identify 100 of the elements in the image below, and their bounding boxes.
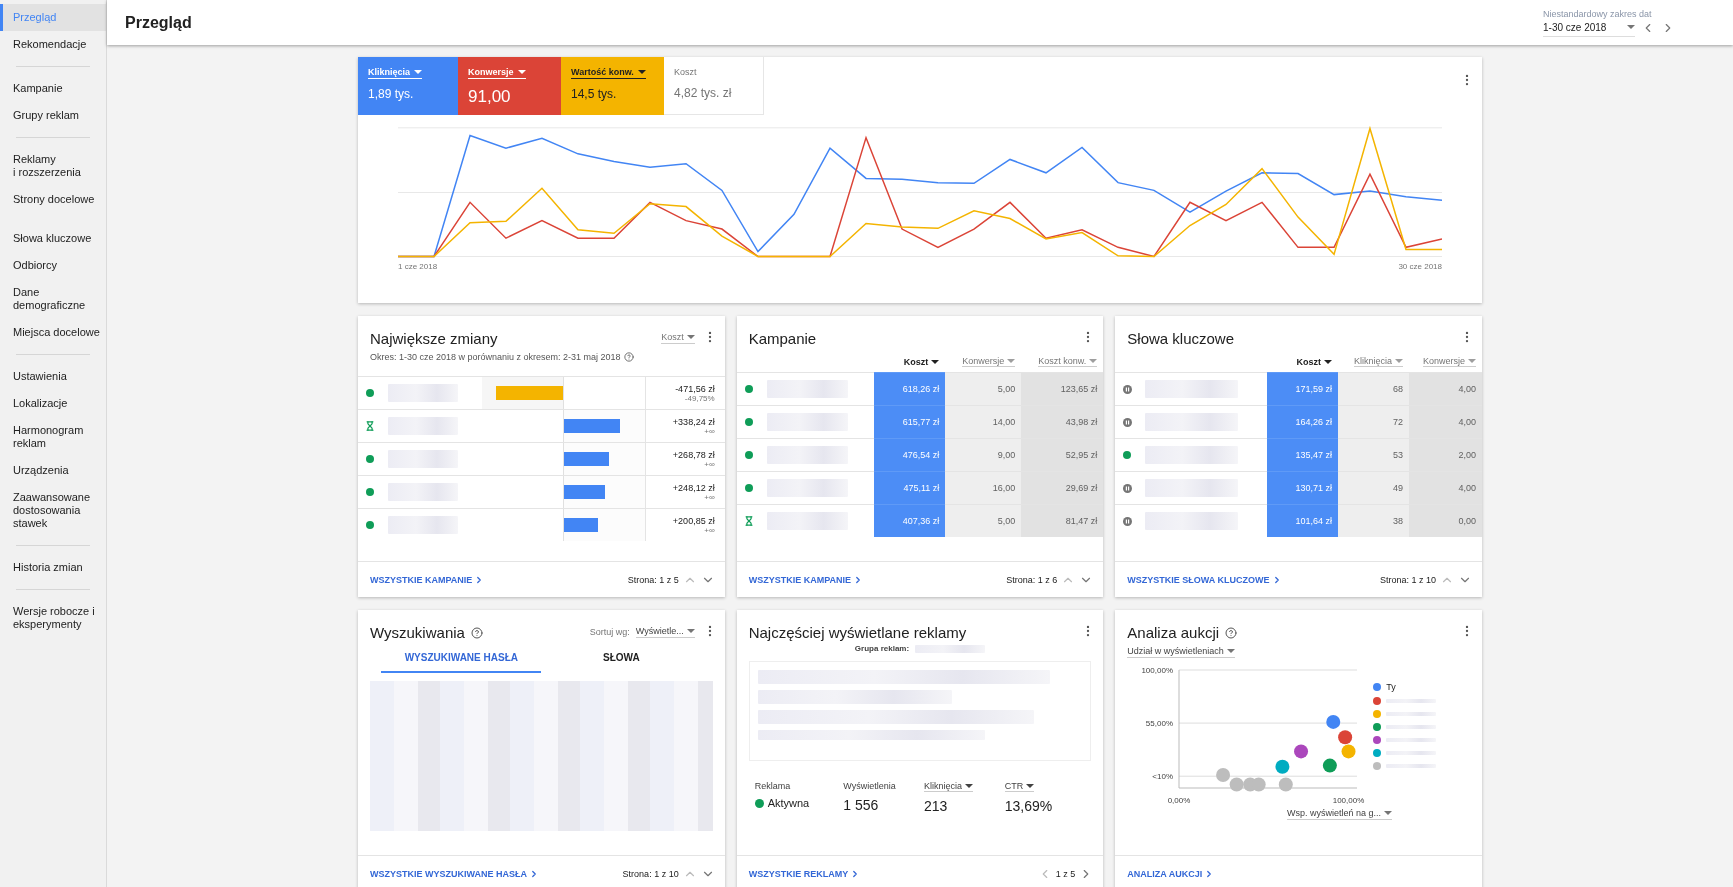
sidebar-item[interactable]: Grupy reklam xyxy=(0,102,106,129)
sidebar-item[interactable]: Odbiorcy xyxy=(0,252,106,279)
help-icon[interactable] xyxy=(623,352,634,362)
axis-tick-label: 100,00% xyxy=(1333,796,1365,805)
caret-icon xyxy=(1384,811,1392,815)
sidebar-item[interactable]: Historia zmian xyxy=(0,554,106,581)
table-cell: 38 xyxy=(1338,504,1409,537)
table-cell: 9,00 xyxy=(945,438,1022,471)
sidebar-item[interactable]: Kampanie xyxy=(0,75,106,102)
caret-icon xyxy=(686,335,695,339)
table-cell: 68 xyxy=(1338,372,1409,405)
table-cell: 5,00 xyxy=(945,504,1022,537)
caret-icon xyxy=(1627,25,1635,29)
caret-icon xyxy=(931,360,940,364)
axis-tick-label: 55,00% xyxy=(1146,719,1174,729)
caret-icon xyxy=(1468,359,1476,363)
caret-icon xyxy=(517,70,526,74)
x-metric-dropdown[interactable]: Wsp. wyświetleń na g... xyxy=(1286,808,1392,820)
blurred-name-placeholder xyxy=(388,417,459,435)
table-cell: 123,65 zł xyxy=(1021,372,1104,405)
sidebar-item[interactable]: Słowa kluczowe xyxy=(0,225,106,252)
stat-value: 213 xyxy=(924,798,949,814)
view-all-link[interactable]: WSZYSTKIE SŁOWA KLUCZOWE xyxy=(1127,574,1282,585)
sidebar-item[interactable]: Lokalizacje xyxy=(0,390,106,417)
stat-label[interactable]: CTR xyxy=(1004,781,1035,792)
table-cell: 2,00 xyxy=(1409,438,1482,471)
caret-icon xyxy=(637,70,646,74)
tab[interactable]: SŁOWA xyxy=(541,642,702,673)
column-header[interactable]: Konwersje xyxy=(1409,356,1482,372)
view-all-link[interactable]: ANALIZA AUKCJI xyxy=(1127,868,1215,879)
page-indicator: Strona: 1 z 10 xyxy=(622,868,679,879)
table-cell: 135,47 zł xyxy=(1267,438,1338,471)
sidebar-item[interactable]: Dane demograficzne xyxy=(0,279,106,319)
sidebar-item[interactable]: Zaawansowane dostosowania stawek xyxy=(0,484,106,537)
table-cell: 130,71 zł xyxy=(1267,471,1338,504)
page-indicator: Strona: 1 z 10 xyxy=(1379,574,1436,585)
table-cell: 101,64 zł xyxy=(1267,504,1338,537)
change-percent: +∞ xyxy=(704,426,715,436)
card-title: Kampanie xyxy=(748,330,817,347)
card-title: Wyszukiwania xyxy=(370,624,465,641)
table-cell: 4,00 xyxy=(1409,372,1482,405)
view-all-link[interactable]: WSZYSTKIE REKLAMY xyxy=(748,868,861,879)
table-cell: 0,00 xyxy=(1409,504,1482,537)
legend-label: Ty xyxy=(1386,682,1396,692)
metric-tab[interactable]: Konwersje 91,00 xyxy=(458,57,561,115)
sidebar-item[interactable]: Wersje robocze i eksperymenty xyxy=(0,598,106,638)
sidebar-item[interactable]: Ustawienia xyxy=(0,363,106,390)
axis-tick-label: <10% xyxy=(1152,772,1174,782)
axis-label: 1 cze 2018 xyxy=(398,262,438,271)
table-cell: 49 xyxy=(1338,471,1409,504)
axis-tick-label: 0,00% xyxy=(1168,796,1191,805)
table-cell: 14,00 xyxy=(945,405,1022,438)
sidebar-item[interactable]: Miejsca docelowe xyxy=(0,319,106,346)
sidebar-item[interactable]: Strony docelowe xyxy=(0,186,106,213)
sidebar-item[interactable]: Urządzenia xyxy=(0,457,106,484)
table-cell: 16,00 xyxy=(945,471,1022,504)
date-range-label: Niestandardowy zakres dat xyxy=(1543,8,1653,19)
column-header[interactable]: Koszt xyxy=(874,356,946,372)
view-all-link[interactable]: WSZYSTKIE KAMPANIE xyxy=(370,574,485,585)
table-cell: 52,95 zł xyxy=(1021,438,1104,471)
sidebar-item[interactable]: Reklamy i rozszerzenia xyxy=(0,146,106,186)
table-cell: 475,11 zł xyxy=(874,471,946,504)
y-metric-dropdown[interactable]: Udział w wyświetleniach xyxy=(1127,646,1235,658)
table-cell: 81,47 zł xyxy=(1021,504,1104,537)
page-indicator: Strona: 1 z 5 xyxy=(627,574,679,585)
column-header[interactable]: Konwersje xyxy=(945,356,1022,372)
metric-tab[interactable]: Wartość konw. 14,5 tys. xyxy=(561,57,664,115)
caret-icon xyxy=(686,629,695,633)
table-cell: 407,36 zł xyxy=(874,504,946,537)
page-title: Przegląd xyxy=(125,13,192,32)
table-cell: 4,00 xyxy=(1409,405,1482,438)
view-all-link[interactable]: WSZYSTKIE KAMPANIE xyxy=(748,574,863,585)
stat-label[interactable]: Kliknięcia xyxy=(924,781,974,792)
table-cell: 29,69 zł xyxy=(1021,471,1104,504)
page-indicator: 1 z 5 xyxy=(1055,868,1076,879)
column-header[interactable]: Koszt konw. xyxy=(1021,356,1104,372)
chevron-right-icon xyxy=(853,574,863,585)
help-icon[interactable] xyxy=(470,626,483,639)
column-header[interactable]: Koszt xyxy=(1267,356,1338,372)
date-range-select[interactable]: 1-30 cze 2018 xyxy=(1543,18,1635,37)
column-header[interactable]: Kliknięcia xyxy=(1338,356,1409,372)
caret-icon xyxy=(1089,359,1098,363)
metric-tab[interactable]: Koszt 4,82 tys. zł xyxy=(664,57,764,115)
table-cell: 618,26 zł xyxy=(874,372,946,405)
sidebar-item[interactable]: Rekomendacje xyxy=(0,31,106,58)
table-cell: 164,26 zł xyxy=(1267,405,1338,438)
change-percent: +∞ xyxy=(704,525,715,535)
metric-tab[interactable]: Kliknięcia 1,89 tys. xyxy=(358,57,458,115)
chevron-right-icon xyxy=(529,868,539,879)
table-cell: 72 xyxy=(1338,405,1409,438)
sidebar-item[interactable]: Harmonogram reklam xyxy=(0,417,106,457)
stat-label: Reklama xyxy=(754,781,792,791)
metric-dropdown[interactable]: Koszt xyxy=(661,332,695,344)
caret-icon xyxy=(965,784,974,788)
help-icon[interactable] xyxy=(1225,626,1238,639)
tab[interactable]: WYSZUKIWANE HASŁA xyxy=(381,642,542,673)
table-cell: 171,59 zł xyxy=(1267,372,1338,405)
sort-dropdown[interactable]: Wyświetle... xyxy=(635,626,695,638)
card-title: Słowa kluczowe xyxy=(1127,330,1235,347)
view-all-link[interactable]: WSZYSTKIE WYSZUKIWANE HASŁA xyxy=(370,868,539,879)
